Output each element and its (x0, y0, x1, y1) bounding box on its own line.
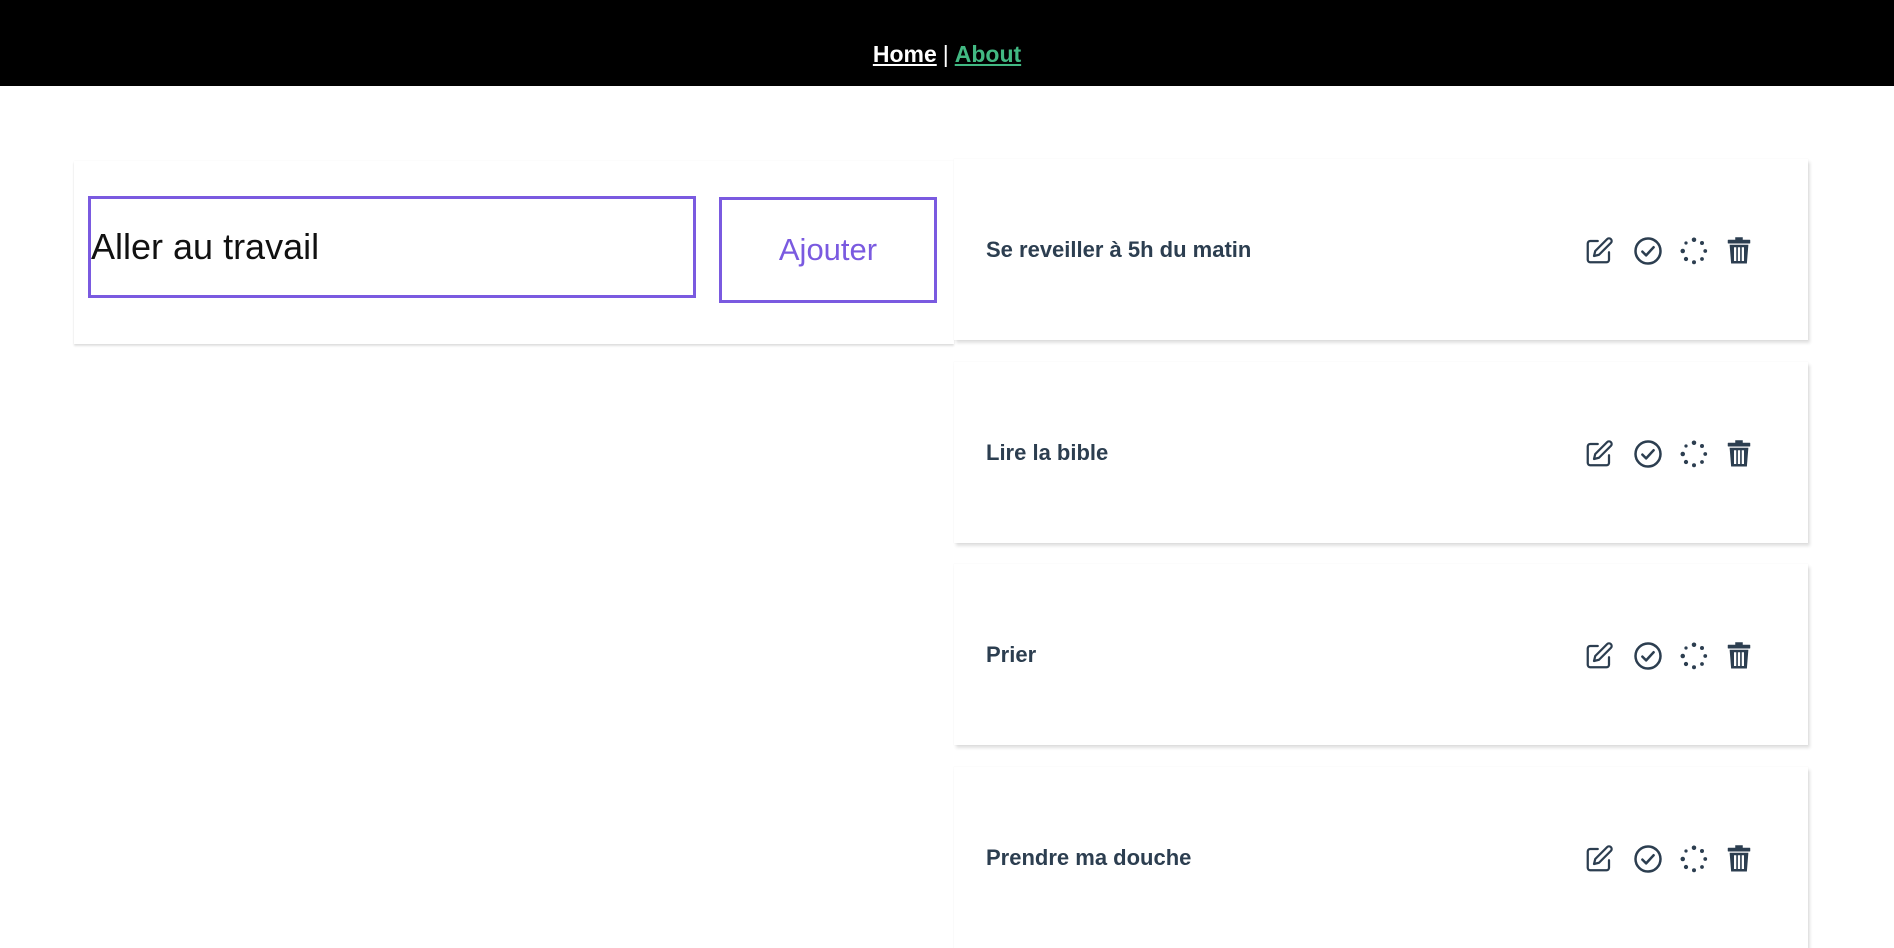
check-circle-icon[interactable] (1633, 439, 1663, 469)
task-item: Prendre ma douche (954, 767, 1808, 948)
task-actions (1584, 439, 1774, 469)
task-actions (1584, 844, 1774, 874)
trash-icon[interactable] (1724, 439, 1754, 469)
edit-icon[interactable] (1584, 844, 1614, 874)
spinner-icon[interactable] (1679, 641, 1709, 671)
edit-icon[interactable] (1584, 439, 1614, 469)
task-actions (1584, 641, 1774, 671)
nav-links: Home | About (0, 38, 1894, 70)
add-button[interactable]: Ajouter (719, 197, 937, 303)
check-circle-icon[interactable] (1633, 236, 1663, 266)
trash-icon[interactable] (1724, 641, 1754, 671)
add-task-form: Ajouter (74, 161, 954, 344)
task-actions (1584, 236, 1774, 266)
check-circle-icon[interactable] (1633, 641, 1663, 671)
nav-separator: | (942, 41, 949, 67)
trash-icon[interactable] (1724, 236, 1754, 266)
spinner-icon[interactable] (1679, 236, 1709, 266)
home-link[interactable]: Home (873, 41, 937, 67)
task-label: Prendre ma douche (986, 845, 1192, 870)
edit-icon[interactable] (1584, 236, 1614, 266)
spinner-icon[interactable] (1679, 439, 1709, 469)
task-label: Lire la bible (986, 440, 1109, 465)
task-label: Se reveiller à 5h du matin (986, 237, 1252, 262)
task-input[interactable] (88, 196, 696, 298)
trash-icon[interactable] (1724, 844, 1754, 874)
check-circle-icon[interactable] (1633, 844, 1663, 874)
edit-icon[interactable] (1584, 641, 1614, 671)
top-navigation-bar: Home | About (0, 0, 1894, 86)
task-item: Prier (954, 564, 1808, 745)
task-item: Se reveiller à 5h du matin (954, 159, 1808, 340)
task-label: Prier (986, 642, 1037, 667)
task-item: Lire la bible (954, 362, 1808, 543)
spinner-icon[interactable] (1679, 844, 1709, 874)
about-link[interactable]: About (955, 41, 1021, 67)
